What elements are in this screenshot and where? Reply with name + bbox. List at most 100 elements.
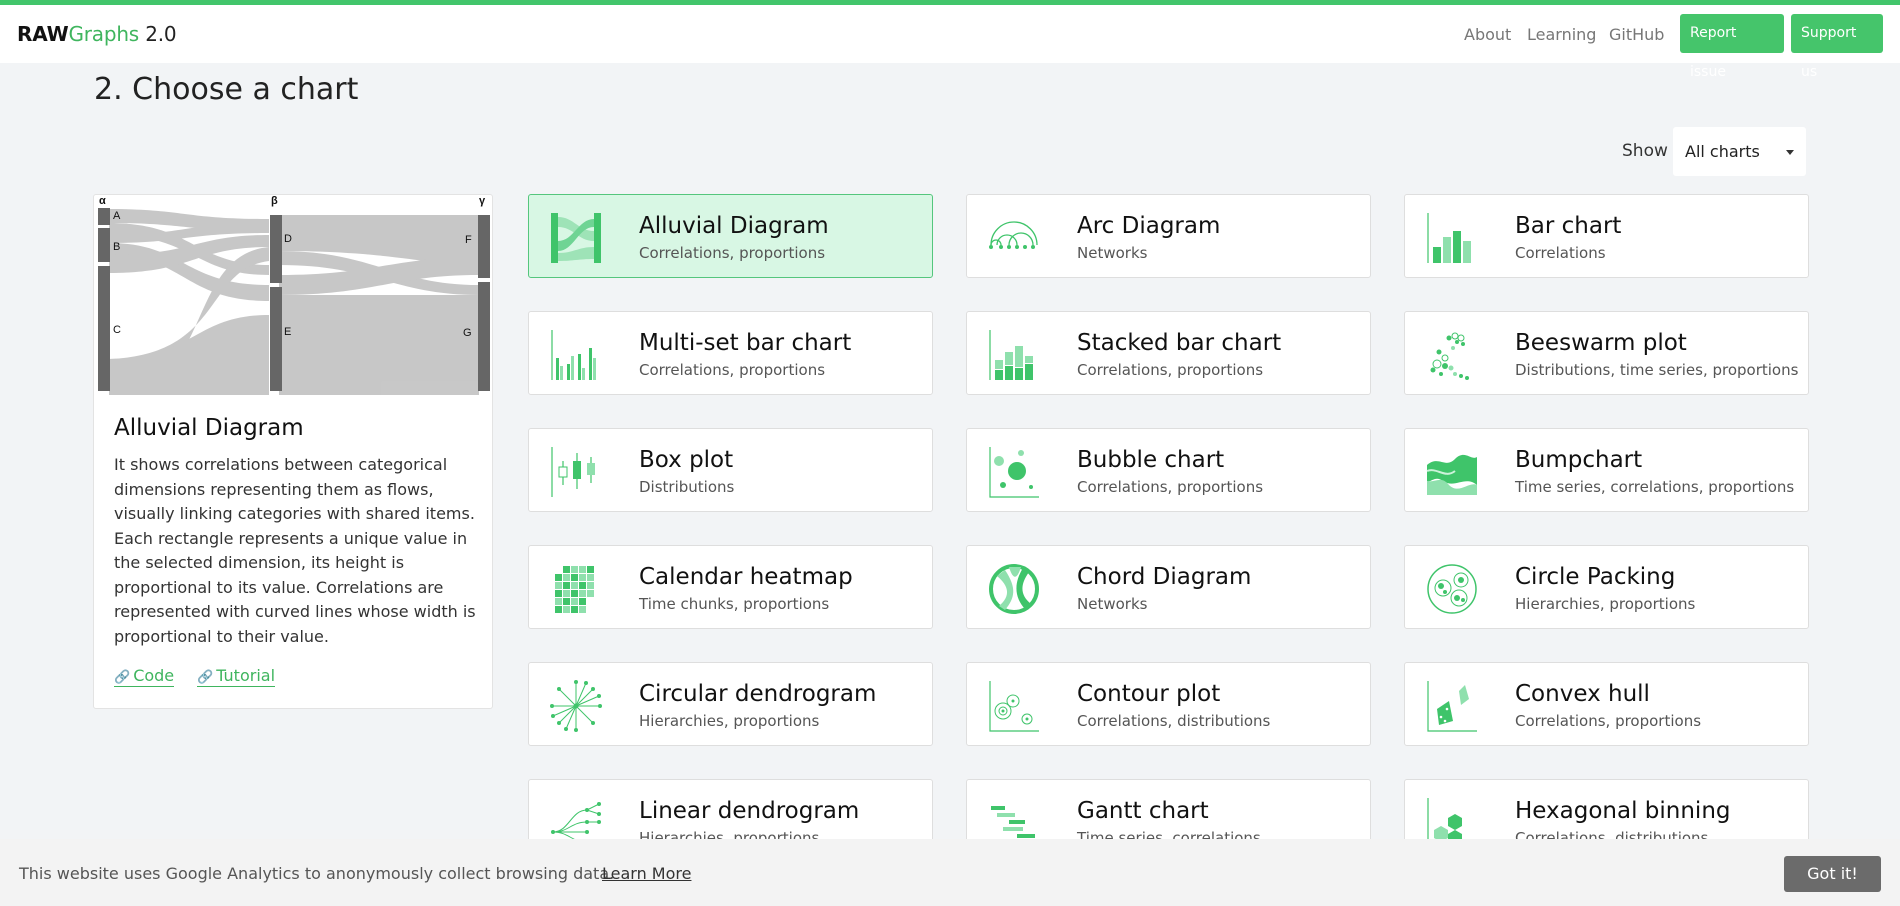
- chart-card-name: Convex hull: [1515, 681, 1650, 707]
- chart-card-name: Gantt chart: [1077, 798, 1209, 824]
- preview-flows: [109, 209, 479, 395]
- chart-card-categories: Networks: [1077, 244, 1148, 262]
- chart-card-chord-diagram[interactable]: Chord Diagram Networks: [966, 545, 1371, 629]
- brand-part-graphs: Graphs: [68, 22, 140, 46]
- chart-card-name: Bubble chart: [1077, 447, 1225, 473]
- chart-card-name: Box plot: [639, 447, 734, 473]
- report-issue-button[interactable]: Report issue: [1680, 14, 1784, 80]
- chart-card-name: Bar chart: [1515, 213, 1622, 239]
- stacked-bar-icon: [989, 330, 1033, 380]
- chart-card-categories: Distributions: [639, 478, 735, 496]
- preview-node-label: A: [113, 210, 121, 222]
- support-us-button[interactable]: Support us: [1791, 14, 1883, 80]
- contour-icon: [989, 681, 1039, 732]
- circular-dendrogram-icon: [550, 680, 602, 732]
- beeswarm-icon: [1430, 332, 1469, 380]
- chart-card-name: Contour plot: [1077, 681, 1221, 707]
- bump-icon: [1426, 454, 1477, 495]
- chart-card-circle-packing[interactable]: Circle Packing Hierarchies, proportions: [1404, 545, 1809, 629]
- chart-card-categories: Correlations: [1515, 244, 1606, 262]
- chart-filter-value: All charts: [1685, 142, 1760, 161]
- convex-hull-icon: [1427, 681, 1477, 732]
- chart-card-categories: Networks: [1077, 595, 1148, 613]
- chart-card-circular-dendrogram[interactable]: Circular dendrogram Hierarchies, proport…: [528, 662, 933, 746]
- learn-more-link[interactable]: Learn More: [602, 864, 691, 883]
- chart-card-beeswarm-plot[interactable]: Beeswarm plot Distributions, time series…: [1404, 311, 1809, 395]
- top-navbar: RAWGraphs 2.0 About Learning GitHub Repo…: [0, 5, 1900, 80]
- chart-card-alluvial-diagram[interactable]: Alluvial Diagram Correlations, proportio…: [528, 194, 933, 278]
- arc-icon: [989, 221, 1038, 249]
- nav-link-about[interactable]: About: [1464, 25, 1511, 44]
- chart-card-name: Alluvial Diagram: [639, 213, 829, 239]
- chart-card-categories: Correlations, proportions: [639, 244, 826, 262]
- chart-card-categories: Hierarchies, proportions: [639, 712, 820, 730]
- selected-chart-title: Alluvial Diagram: [114, 415, 304, 441]
- chart-card-categories: Correlations, distributions: [1077, 712, 1271, 730]
- tutorial-link-label: Tutorial: [216, 666, 276, 685]
- preview-dimension-label: α: [99, 195, 106, 207]
- chart-card-categories: Correlations, proportions: [1077, 478, 1264, 496]
- chevron-down-icon: [1786, 150, 1794, 155]
- bar-icon: [1427, 213, 1471, 263]
- chart-card-box-plot[interactable]: Box plot Distributions: [528, 428, 933, 512]
- chart-card-multi-set-bar-chart[interactable]: Multi-set bar chart Correlations, propor…: [528, 311, 933, 395]
- accept-cookies-button[interactable]: Got it!: [1784, 856, 1881, 892]
- chart-card-bumpchart[interactable]: Bumpchart Time series, correlations, pro…: [1404, 428, 1809, 512]
- preview-node-label: G: [463, 327, 472, 339]
- chart-card-contour-plot[interactable]: Contour plot Correlations, distributions: [966, 662, 1371, 746]
- nav-link-learning[interactable]: Learning: [1527, 25, 1596, 44]
- brand-part-raw: RAW: [17, 22, 69, 46]
- chart-card-categories: Hierarchies, proportions: [1515, 595, 1696, 613]
- bubble-icon: [989, 447, 1039, 498]
- chart-card-name: Hexagonal binning: [1515, 798, 1731, 824]
- cookie-banner: This website uses Google Analytics to an…: [0, 839, 1900, 906]
- chart-card-name: Circular dendrogram: [639, 681, 877, 707]
- chart-card-name: Beeswarm plot: [1515, 330, 1687, 356]
- nav-link-github[interactable]: GitHub: [1609, 25, 1664, 44]
- brand-version: 2.0: [139, 22, 177, 46]
- chart-card-categories: Distributions, time series, proportions: [1515, 361, 1799, 379]
- chart-card-calendar-heatmap[interactable]: Calendar heatmap Time chunks, proportion…: [528, 545, 933, 629]
- alluvial-preview-image: α β γ A B C D E F G: [98, 195, 490, 395]
- preview-node-label: E: [284, 326, 291, 338]
- chart-card-name: Arc Diagram: [1077, 213, 1221, 239]
- chart-card-name: Multi-set bar chart: [639, 330, 852, 356]
- calendar-icon: [555, 566, 594, 613]
- chord-icon: [989, 564, 1039, 614]
- preview-dimension-label: β: [271, 195, 278, 207]
- boxplot-icon: [551, 447, 595, 497]
- chart-card-name: Linear dendrogram: [639, 798, 860, 824]
- chart-card-name: Circle Packing: [1515, 564, 1676, 590]
- chart-card-name: Chord Diagram: [1077, 564, 1252, 590]
- chart-card-categories: Correlations, proportions: [639, 361, 826, 379]
- tutorial-link[interactable]: 🔗 Tutorial: [197, 666, 276, 687]
- link-icon: 🔗: [114, 670, 131, 685]
- chart-card-arc-diagram[interactable]: Arc Diagram Networks: [966, 194, 1371, 278]
- chart-card-stacked-bar-chart[interactable]: Stacked bar chart Correlations, proporti…: [966, 311, 1371, 395]
- preview-dimension-label: γ: [479, 195, 486, 207]
- preview-node-label: C: [113, 324, 121, 336]
- chart-card-categories: Correlations, proportions: [1515, 712, 1702, 730]
- alluvial-icon: [551, 213, 601, 263]
- show-filter-label: Show: [1622, 141, 1668, 161]
- multiset-bar-icon: [551, 330, 596, 380]
- chart-card-name: Bumpchart: [1515, 447, 1643, 473]
- preview-node-label: B: [113, 241, 120, 253]
- chart-card-convex-hull[interactable]: Convex hull Correlations, proportions: [1404, 662, 1809, 746]
- chart-card-categories: Correlations, proportions: [1077, 361, 1264, 379]
- chart-card-name: Stacked bar chart: [1077, 330, 1282, 356]
- chart-card-bar-chart[interactable]: Bar chart Correlations: [1404, 194, 1809, 278]
- preview-node-label: F: [465, 234, 472, 246]
- brand-logo[interactable]: RAWGraphs 2.0: [17, 22, 177, 46]
- section-title: 2. Choose a chart: [94, 72, 359, 107]
- chart-filter-select[interactable]: All charts: [1673, 127, 1806, 176]
- chart-card-name: Calendar heatmap: [639, 564, 853, 590]
- code-link[interactable]: 🔗 Code: [114, 666, 175, 687]
- chart-info-card: α β γ A B C D E F G Alluvial Diagram It …: [93, 194, 493, 709]
- chart-card-bubble-chart[interactable]: Bubble chart Correlations, proportions: [966, 428, 1371, 512]
- chart-card-categories: Time chunks, proportions: [639, 595, 830, 613]
- cookie-message: This website uses Google Analytics to an…: [19, 864, 615, 883]
- link-icon: 🔗: [197, 670, 214, 685]
- preview-node-label: D: [284, 233, 292, 245]
- chart-card-categories: Time series, correlations, proportions: [1515, 478, 1795, 496]
